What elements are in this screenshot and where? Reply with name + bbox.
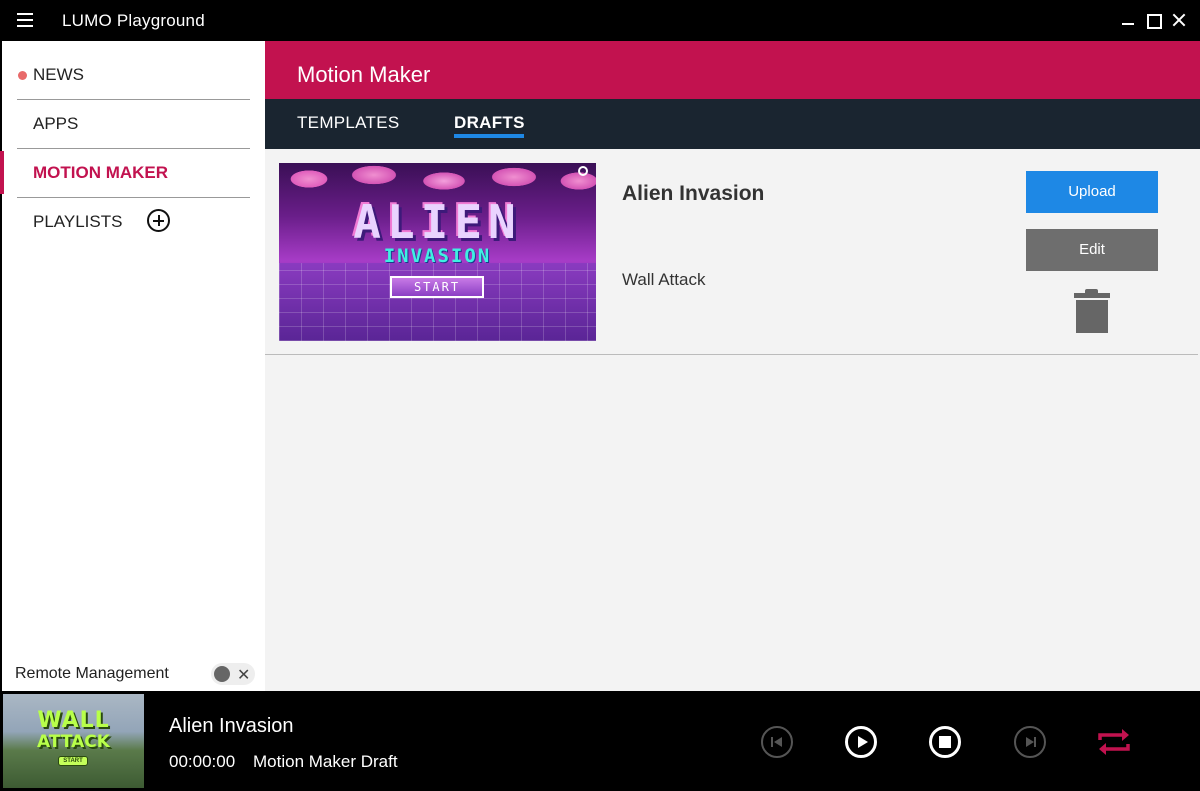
previous-icon[interactable] <box>761 726 793 758</box>
maximize-icon[interactable] <box>1144 10 1164 30</box>
sidebar-item-label: PLAYLISTS <box>33 212 123 231</box>
add-playlist-icon[interactable] <box>147 209 170 232</box>
next-icon[interactable] <box>1014 726 1046 758</box>
sidebar-item-label: APPS <box>33 114 79 133</box>
edit-button[interactable]: Edit <box>1026 229 1158 271</box>
player-type: Motion Maker Draft <box>253 752 398 771</box>
active-indicator <box>0 151 4 194</box>
player-bar: WALL ATTACK START Alien Invasion 00:00:0… <box>0 691 1200 791</box>
player-thumbnail-title: WALL <box>37 708 110 733</box>
draft-thumbnail[interactable]: ALIEN INVASION START <box>279 163 596 341</box>
thumbnail-grid <box>279 263 596 341</box>
upload-button[interactable]: Upload <box>1026 171 1158 213</box>
sidebar-item-apps[interactable]: APPS <box>17 100 250 149</box>
repeat-icon[interactable] <box>1096 727 1132 757</box>
draft-title: Alien Invasion <box>622 182 765 205</box>
thumbnail-subtitle: INVASION <box>383 245 492 267</box>
player-thumbnail-subtitle: ATTACK <box>37 732 110 752</box>
stop-icon[interactable] <box>929 726 961 758</box>
thumbnail-corner-icon <box>578 166 588 176</box>
main-header: Motion Maker <box>265 41 1200 99</box>
trash-icon[interactable] <box>1074 289 1110 333</box>
tab-bar: TEMPLATES DRAFTS <box>265 99 1200 149</box>
player-thumbnail: WALL ATTACK START <box>3 694 144 788</box>
page-title: Motion Maker <box>297 62 431 87</box>
sidebar-item-motion-maker[interactable]: MOTION MAKER <box>17 149 250 198</box>
draft-card: ALIEN INVASION START Alien Invasion Wall… <box>265 149 1198 355</box>
thumbnail-start: START <box>390 276 484 298</box>
title-bar: LUMO Playground <box>0 0 1200 41</box>
player-title: Alien Invasion <box>169 715 294 737</box>
sidebar-item-label: MOTION MAKER <box>33 163 169 182</box>
draft-template-name: Wall Attack <box>622 270 706 289</box>
drafts-list: ALIEN INVASION START Alien Invasion Wall… <box>265 149 1200 691</box>
active-tab-underline <box>454 134 524 138</box>
sidebar-item-news[interactable]: NEWS <box>17 51 250 100</box>
player-time: 00:00:00 <box>169 752 236 771</box>
thumbnail-title: ALIEN <box>353 195 522 249</box>
tab-templates[interactable]: TEMPLATES <box>297 113 400 133</box>
tab-drafts[interactable]: DRAFTS <box>454 113 525 133</box>
close-icon[interactable] <box>1170 10 1190 30</box>
toggle-off-icon: ✕ <box>237 665 251 684</box>
sidebar-item-playlists[interactable]: PLAYLISTS <box>17 198 250 247</box>
minimize-icon[interactable] <box>1119 10 1139 30</box>
player-thumbnail-start: START <box>58 756 88 766</box>
notification-dot-icon <box>18 71 27 80</box>
remote-management-toggle[interactable]: ✕ <box>211 663 255 685</box>
sidebar: NEWS APPS MOTION MAKER PLAYLISTS Remote … <box>0 41 265 691</box>
sidebar-item-label: NEWS <box>33 65 84 84</box>
app-title: LUMO Playground <box>62 11 205 30</box>
play-icon[interactable] <box>845 726 877 758</box>
remote-management-label: Remote Management <box>15 665 169 682</box>
toggle-knob <box>214 666 230 682</box>
hamburger-menu-icon[interactable] <box>17 13 33 27</box>
